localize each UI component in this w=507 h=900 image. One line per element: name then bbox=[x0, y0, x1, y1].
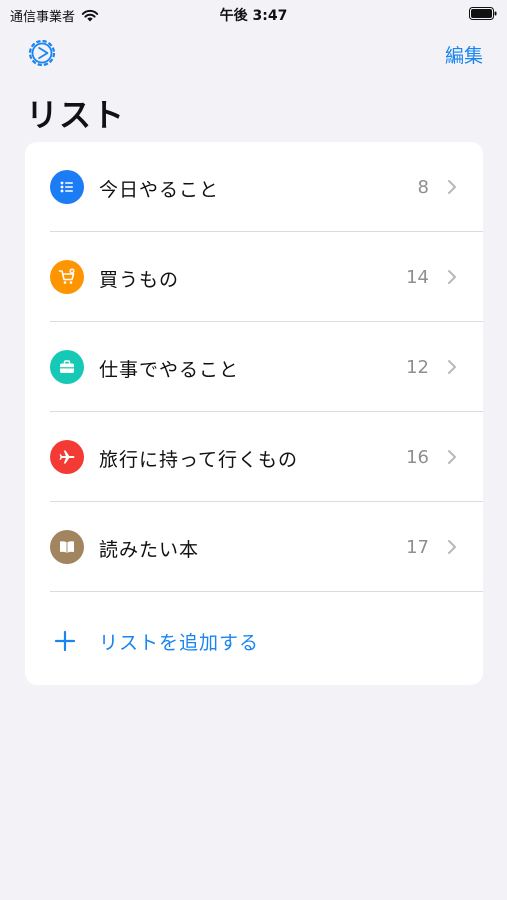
page-title: リスト bbox=[26, 96, 126, 134]
chevron-right-icon bbox=[448, 360, 456, 374]
list-row-today[interactable]: 今日やること 8 bbox=[25, 142, 483, 232]
list-icon-badge bbox=[50, 260, 84, 294]
add-list-label: リストを追加する bbox=[99, 632, 260, 654]
nav-bar: 編集 bbox=[0, 30, 507, 76]
add-list-button[interactable]: リストを追加する bbox=[25, 595, 483, 685]
list-icon-badge bbox=[50, 530, 84, 564]
book-icon bbox=[60, 541, 74, 553]
briefcase-icon bbox=[60, 360, 74, 373]
chevron-right-icon bbox=[448, 450, 456, 464]
list-row-shopping[interactable]: 買うもの 14 bbox=[25, 232, 483, 322]
list-count: 14 bbox=[406, 267, 429, 288]
lists-card: 今日やること 8 買うもの 14 仕事でやること 12 旅行に持って行くもの 1… bbox=[25, 142, 483, 685]
plus-icon bbox=[54, 630, 76, 652]
list-row-work[interactable]: 仕事でやること 12 bbox=[25, 322, 483, 412]
status-time: 午後 3:47 bbox=[219, 8, 288, 24]
edit-button[interactable]: 編集 bbox=[445, 41, 483, 68]
list-name: 読みたい本 bbox=[99, 539, 200, 561]
list-icon-badge bbox=[50, 440, 84, 474]
chevron-right-icon bbox=[448, 540, 456, 554]
airplane-icon bbox=[59, 450, 75, 464]
cart-icon bbox=[58, 268, 75, 284]
list-row-travel[interactable]: 旅行に持って行くもの 16 bbox=[25, 412, 483, 502]
list-count: 17 bbox=[406, 537, 429, 558]
list-name: 今日やること bbox=[99, 179, 220, 201]
list-count: 12 bbox=[406, 357, 429, 378]
battery-icon bbox=[469, 7, 497, 20]
list-name: 旅行に持って行くもの bbox=[99, 449, 299, 471]
list-bullet-icon bbox=[60, 181, 73, 193]
chevron-right-icon bbox=[448, 180, 456, 194]
list-icon-badge bbox=[50, 170, 84, 204]
chevron-right-icon bbox=[448, 270, 456, 284]
settings-icon[interactable] bbox=[26, 37, 58, 69]
list-count: 16 bbox=[406, 447, 429, 468]
row-divider bbox=[50, 591, 483, 592]
list-icon-badge bbox=[50, 350, 84, 384]
status-bar: 通信事業者 午後 3:47 bbox=[0, 0, 507, 28]
list-count: 8 bbox=[417, 177, 429, 198]
list-name: 仕事でやること bbox=[99, 359, 240, 381]
list-row-books[interactable]: 読みたい本 17 bbox=[25, 502, 483, 592]
list-name: 買うもの bbox=[99, 269, 180, 291]
